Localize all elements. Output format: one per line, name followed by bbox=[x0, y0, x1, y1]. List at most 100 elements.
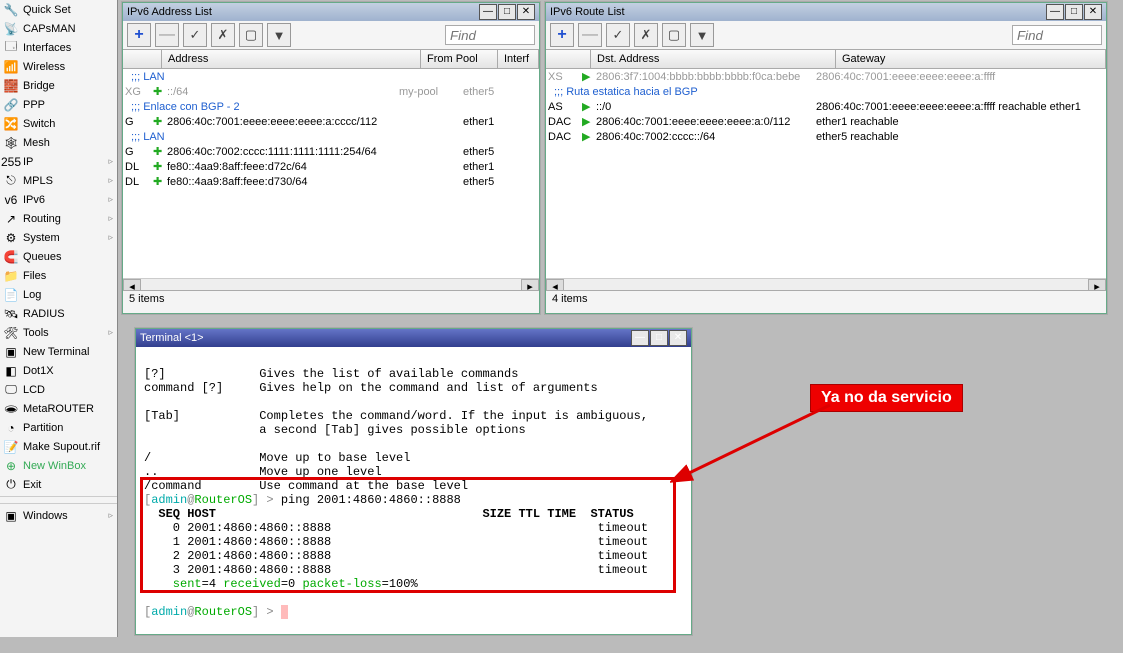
menu-icon: 🗔 bbox=[4, 41, 18, 55]
menu-icon: ↗ bbox=[4, 212, 18, 226]
find-input[interactable] bbox=[1012, 25, 1102, 45]
sidebar-label: Tools bbox=[23, 327, 49, 339]
sidebar-label: MetaROUTER bbox=[23, 403, 94, 415]
sidebar-item-system[interactable]: ⚙ System ▹ bbox=[0, 228, 117, 247]
col-address[interactable]: Address bbox=[162, 50, 421, 68]
menu-icon: ◔ bbox=[4, 421, 18, 435]
close-button[interactable]: ✕ bbox=[1084, 4, 1102, 20]
sidebar-item-mesh[interactable]: 🕸Mesh bbox=[0, 133, 117, 152]
maximize-button[interactable]: □ bbox=[498, 4, 516, 20]
filter-button[interactable]: ▼ bbox=[690, 23, 714, 47]
sidebar-label: System bbox=[23, 232, 60, 244]
comment-button[interactable]: ▢ bbox=[239, 23, 263, 47]
sidebar-item-tools[interactable]: 🛠Tools▹ bbox=[0, 323, 117, 342]
sidebar-item-radius[interactable]: 🛰RADIUS bbox=[0, 304, 117, 323]
status-bar: 5 items bbox=[123, 290, 539, 313]
table-row[interactable]: XG✚::/64my-poolether5 bbox=[123, 84, 539, 99]
table-row[interactable]: ;;; Ruta estatica hacia el BGP bbox=[546, 84, 1106, 99]
submenu-indicator: ▹ bbox=[108, 232, 113, 243]
sidebar-label: IP bbox=[23, 156, 33, 168]
sidebar-item-dot1x[interactable]: ◧Dot1X bbox=[0, 361, 117, 380]
sidebar-item-log[interactable]: 📄Log bbox=[0, 285, 117, 304]
table-row[interactable]: AS▶::/02806:40c:7001:eeee:eeee:eeee:a:ff… bbox=[546, 99, 1106, 114]
minimize-button[interactable]: — bbox=[631, 330, 649, 346]
submenu-indicator: ▹ bbox=[108, 213, 113, 224]
ipv6-address-list-window: IPv6 Address List — □ ✕ + — ✓ ✗ ▢ ▼ Addr… bbox=[122, 2, 540, 314]
minimize-button[interactable]: — bbox=[479, 4, 497, 20]
table-row[interactable]: ;;; LAN bbox=[123, 129, 539, 144]
sidebar-label: Dot1X bbox=[23, 365, 54, 377]
disable-button[interactable]: ✗ bbox=[634, 23, 658, 47]
sidebar-item-capsman[interactable]: 📡CAPsMAN bbox=[0, 19, 117, 38]
main-menu: 🔧Quick Set📡CAPsMAN 🗔 Interfaces 📶Wireless🧱B… bbox=[0, 0, 118, 637]
add-button[interactable]: + bbox=[127, 23, 151, 47]
sidebar-item-queues[interactable]: 🧲Queues bbox=[0, 247, 117, 266]
sidebar-item-wireless[interactable]: 📶Wireless bbox=[0, 57, 117, 76]
window-title: IPv6 Address List bbox=[127, 6, 212, 18]
sidebar-item-partition[interactable]: ◔Partition bbox=[0, 418, 117, 437]
minimize-button[interactable]: — bbox=[1046, 4, 1064, 20]
close-button[interactable]: ✕ bbox=[669, 330, 687, 346]
table-row[interactable]: G✚2806:40c:7002:cccc:1111:1111:1111:254/… bbox=[123, 144, 539, 159]
filter-button[interactable]: ▼ bbox=[267, 23, 291, 47]
sidebar-item-exit[interactable]: ⏻Exit bbox=[0, 475, 117, 494]
table-row[interactable]: ;;; LAN bbox=[123, 69, 539, 84]
add-button[interactable]: + bbox=[550, 23, 574, 47]
col-flags[interactable] bbox=[546, 50, 591, 68]
table-row[interactable]: DAC▶2806:40c:7001:eeee:eeee:eeee:a:0/112… bbox=[546, 114, 1106, 129]
sidebar-item-make-supout-rif[interactable]: 📝Make Supout.rif bbox=[0, 437, 117, 456]
maximize-button[interactable]: □ bbox=[650, 330, 668, 346]
titlebar[interactable]: Terminal <1> — □ ✕ bbox=[136, 329, 691, 347]
maximize-button[interactable]: □ bbox=[1065, 4, 1083, 20]
table-row[interactable]: XS▶2806:3f7:1004:bbbb:bbbb:bbbb:f0ca:beb… bbox=[546, 69, 1106, 84]
sidebar-label: Interfaces bbox=[23, 42, 71, 54]
menu-icon: ⊕ bbox=[4, 459, 18, 473]
table-row[interactable]: ;;; Enlace con BGP - 2 bbox=[123, 99, 539, 114]
menu-icon: ⚙ bbox=[4, 231, 18, 245]
menu-icon: 🕳 bbox=[4, 402, 18, 416]
sidebar-item-windows[interactable]: ▣ Windows ▹ bbox=[0, 506, 117, 525]
remove-button[interactable]: — bbox=[155, 23, 179, 47]
sidebar-item-lcd[interactable]: 🖵LCD bbox=[0, 380, 117, 399]
sidebar-item-quick-set[interactable]: 🔧Quick Set bbox=[0, 0, 117, 19]
submenu-indicator: ▹ bbox=[108, 327, 113, 338]
table-row[interactable]: DL✚fe80::4aa9:8aff:feee:d72c/64ether1 bbox=[123, 159, 539, 174]
sidebar-item-interfaces[interactable]: 🗔 Interfaces bbox=[0, 38, 117, 57]
table-row[interactable]: G✚2806:40c:7001:eeee:eeee:eeee:a:cccc/11… bbox=[123, 114, 539, 129]
col-from-pool[interactable]: From Pool bbox=[421, 50, 498, 68]
enable-button[interactable]: ✓ bbox=[183, 23, 207, 47]
menu-icon: 🖵 bbox=[4, 383, 18, 397]
find-input[interactable] bbox=[445, 25, 535, 45]
toolbar: + — ✓ ✗ ▢ ▼ bbox=[546, 21, 1106, 50]
menu-icon: 📡 bbox=[4, 22, 18, 36]
disable-button[interactable]: ✗ bbox=[211, 23, 235, 47]
table-row[interactable]: DAC▶2806:40c:7002:cccc::/64ether5 reacha… bbox=[546, 129, 1106, 144]
terminal-body[interactable]: [?] Gives the list of available commands… bbox=[136, 347, 691, 653]
comment-button[interactable]: ▢ bbox=[662, 23, 686, 47]
enable-button[interactable]: ✓ bbox=[606, 23, 630, 47]
sidebar-item-ppp[interactable]: 🔗PPP bbox=[0, 95, 117, 114]
sidebar-item-mpls[interactable]: ⎋MPLS▹ bbox=[0, 171, 117, 190]
titlebar[interactable]: IPv6 Route List — □ ✕ bbox=[546, 3, 1106, 21]
titlebar[interactable]: IPv6 Address List — □ ✕ bbox=[123, 3, 539, 21]
sidebar-item-bridge[interactable]: 🧱Bridge bbox=[0, 76, 117, 95]
col-dst[interactable]: Dst. Address bbox=[591, 50, 836, 68]
close-button[interactable]: ✕ bbox=[517, 4, 535, 20]
col-flags[interactable] bbox=[123, 50, 162, 68]
sidebar-label: Files bbox=[23, 270, 46, 282]
sidebar-item-metarouter[interactable]: 🕳 MetaROUTER bbox=[0, 399, 117, 418]
col-gateway[interactable]: Gateway bbox=[836, 50, 1106, 68]
sidebar-item-new-terminal[interactable]: ▣New Terminal bbox=[0, 342, 117, 361]
sidebar-item-ip[interactable]: 255IP▹ bbox=[0, 152, 117, 171]
sidebar-item-ipv6[interactable]: v6IPv6▹ bbox=[0, 190, 117, 209]
table-row[interactable]: DL✚fe80::4aa9:8aff:feee:d730/64ether5 bbox=[123, 174, 539, 189]
menu-icon: ⎋ bbox=[4, 174, 18, 188]
sidebar-item-new-winbox[interactable]: ⊕New WinBox bbox=[0, 456, 117, 475]
annotation-callout: Ya no da servicio bbox=[810, 384, 963, 412]
sidebar-item-routing[interactable]: ↗Routing▹ bbox=[0, 209, 117, 228]
sidebar-item-files[interactable]: 📁Files bbox=[0, 266, 117, 285]
remove-button[interactable]: — bbox=[578, 23, 602, 47]
sidebar-label: RADIUS bbox=[23, 308, 65, 320]
col-interface[interactable]: Interf bbox=[498, 50, 539, 68]
sidebar-item-switch[interactable]: 🔀Switch bbox=[0, 114, 117, 133]
